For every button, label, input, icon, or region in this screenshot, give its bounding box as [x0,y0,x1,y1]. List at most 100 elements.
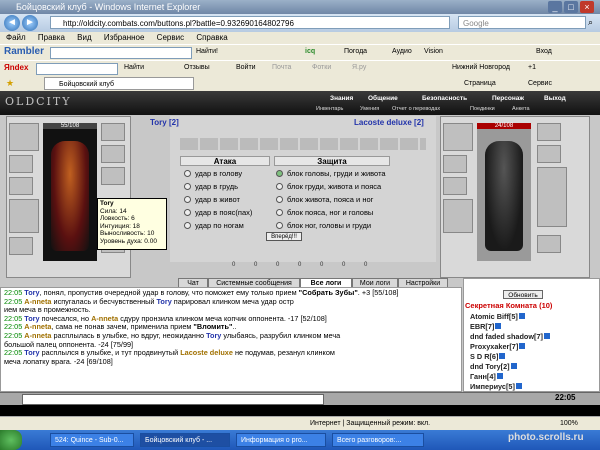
service-menu-button[interactable]: Сервис [528,76,552,91]
room-title: Секретная Комната (10) [465,301,553,310]
url-input[interactable]: http://oldcity.combats.com/buttons.pl?ba… [50,16,450,29]
ring-slot[interactable] [101,145,125,163]
forward-attack-button[interactable]: Вперёд!!! [266,232,302,241]
counter-item: 0 [276,262,280,268]
right-pants-slot[interactable] [537,167,567,227]
amulet-slot[interactable] [9,155,33,173]
tab-all-logs[interactable]: Все логи [300,278,352,287]
room-member[interactable]: dnd faded shadow[7] [470,332,550,341]
reviews-button[interactable]: Отзывы [184,61,210,75]
info-icon[interactable] [543,333,550,339]
game-subnav-profile[interactable]: Анкета [512,106,530,112]
menu-tools[interactable]: Сервис [157,33,184,42]
taskbar-item[interactable]: Информация о pro... [236,433,326,447]
search-input[interactable]: Google [458,16,586,29]
tab-system[interactable]: Системные сообщения [208,278,300,287]
info-icon[interactable] [496,373,503,379]
room-member[interactable]: dnd Tory[2] [470,362,517,371]
right-helmet-slot[interactable] [443,123,473,151]
taskbar-item[interactable]: Бойцовский клуб - ... [140,433,230,447]
tab-chat[interactable]: Чат [178,278,208,287]
favorites-star-icon[interactable]: ★ [6,76,14,91]
room-member[interactable]: S D R[6] [470,352,506,361]
page-menu-button[interactable]: Страница [464,76,496,91]
game-subnav-transfers[interactable]: Отчет о переводах [392,106,440,112]
right-portrait[interactable]: 24/108 [477,123,531,261]
menu-view[interactable]: Вид [77,33,91,42]
menu-edit[interactable]: Правка [38,33,65,42]
weapon-slot[interactable] [9,177,33,195]
rambler-find-button[interactable]: Найти! [196,45,218,59]
minimize-button[interactable]: _ [548,1,562,13]
mail-button[interactable]: Почта [272,61,291,75]
room-member[interactable]: Империус[5] [470,382,522,391]
info-icon[interactable] [519,343,526,349]
maximize-button[interactable]: □ [564,1,578,13]
left-portrait[interactable]: 55/108 [43,123,97,261]
helmet-slot[interactable] [9,123,39,151]
info-icon[interactable] [510,363,517,369]
login-button[interactable]: Вход [536,45,552,59]
game-nav-exit[interactable]: Выход [544,95,566,102]
right-earring-slot[interactable] [537,123,561,141]
info-icon[interactable] [518,313,525,319]
room-member[interactable]: Atomic Biff[5] [470,312,525,321]
game-nav-social[interactable]: Общение [368,95,398,102]
audio-button[interactable]: Аудио [392,45,412,59]
game-subnav-inventory[interactable]: Инвентарь [316,106,343,112]
taskbar-item[interactable]: Всего разговоров:... [332,433,424,447]
search-icon[interactable]: ⌕ [588,17,593,28]
menu-favorites[interactable]: Избранное [104,33,145,42]
gloves-slot[interactable] [101,167,125,185]
game-subnav-fights[interactable]: Поединки [470,106,495,112]
right-boots-slot[interactable] [537,235,561,253]
window-title: Бойцовский клуб - Windows Internet Explo… [16,2,201,12]
room-member[interactable]: Proxyxaker[7] [470,342,526,351]
rambler-search-input[interactable] [50,47,192,59]
info-icon[interactable] [499,353,506,359]
back-button[interactable]: ◄ [4,15,20,31]
right-weapon-slot[interactable] [443,177,467,195]
armor-slot[interactable] [9,199,39,233]
game-subnav-skills[interactable]: Умения [360,106,379,112]
yandex-search-input[interactable] [36,63,118,75]
weather-button[interactable]: Погода [344,45,367,59]
photos-button[interactable]: Фотки [312,61,331,75]
game-nav-security[interactable]: Безопасность [422,95,467,102]
menu-help[interactable]: Справка [196,33,227,42]
belt-slot[interactable] [9,237,33,255]
browser-tab[interactable]: Бойцовский клуб [44,77,194,90]
rss-button[interactable]: Я.ру [352,61,366,75]
forward-button[interactable]: ► [22,15,38,31]
close-button[interactable]: × [580,1,594,13]
info-icon[interactable] [495,323,502,329]
info-icon[interactable] [515,383,522,389]
chat-input[interactable] [22,394,324,405]
vision-button[interactable]: Vision [424,45,443,59]
tab-bar: ★ Бойцовский клуб Страница Сервис [0,76,600,92]
yandex-find-button[interactable]: Найти [124,61,144,75]
right-ring-slot[interactable] [537,145,561,163]
menu-file[interactable]: Файл [6,33,26,42]
room-member[interactable]: Ганн[4] [470,372,503,381]
tab-my-logs[interactable]: Мои логи [352,278,398,287]
taskbar-item[interactable]: 524: Quince - Sub-0... [50,433,134,447]
enter-button[interactable]: Войти [236,61,256,75]
tab-settings[interactable]: Настройки [398,278,448,287]
radio-icon [276,196,283,203]
zoom-level[interactable]: 100% [560,417,578,431]
right-fighter-image [485,141,523,251]
earring-slot[interactable] [101,123,125,141]
start-button[interactable] [0,430,22,450]
refresh-button[interactable]: Обновить [503,290,543,299]
right-fighter-name[interactable]: Lacoste deluxe [2] [354,118,424,127]
room-member[interactable]: EBR[7] [470,322,502,331]
temperature-label: +1 [528,64,536,71]
game-nav-character[interactable]: Персонаж [492,95,524,102]
game-nav-knowledge[interactable]: Знания [330,95,353,102]
chat-line: меча лопатку врага. -24 [69/108] [4,356,113,366]
right-armor-slot[interactable] [443,199,473,233]
icq-button[interactable]: icq [305,45,315,59]
right-amulet-slot[interactable] [443,155,467,173]
left-fighter-name[interactable]: Tory [2] [150,118,179,127]
